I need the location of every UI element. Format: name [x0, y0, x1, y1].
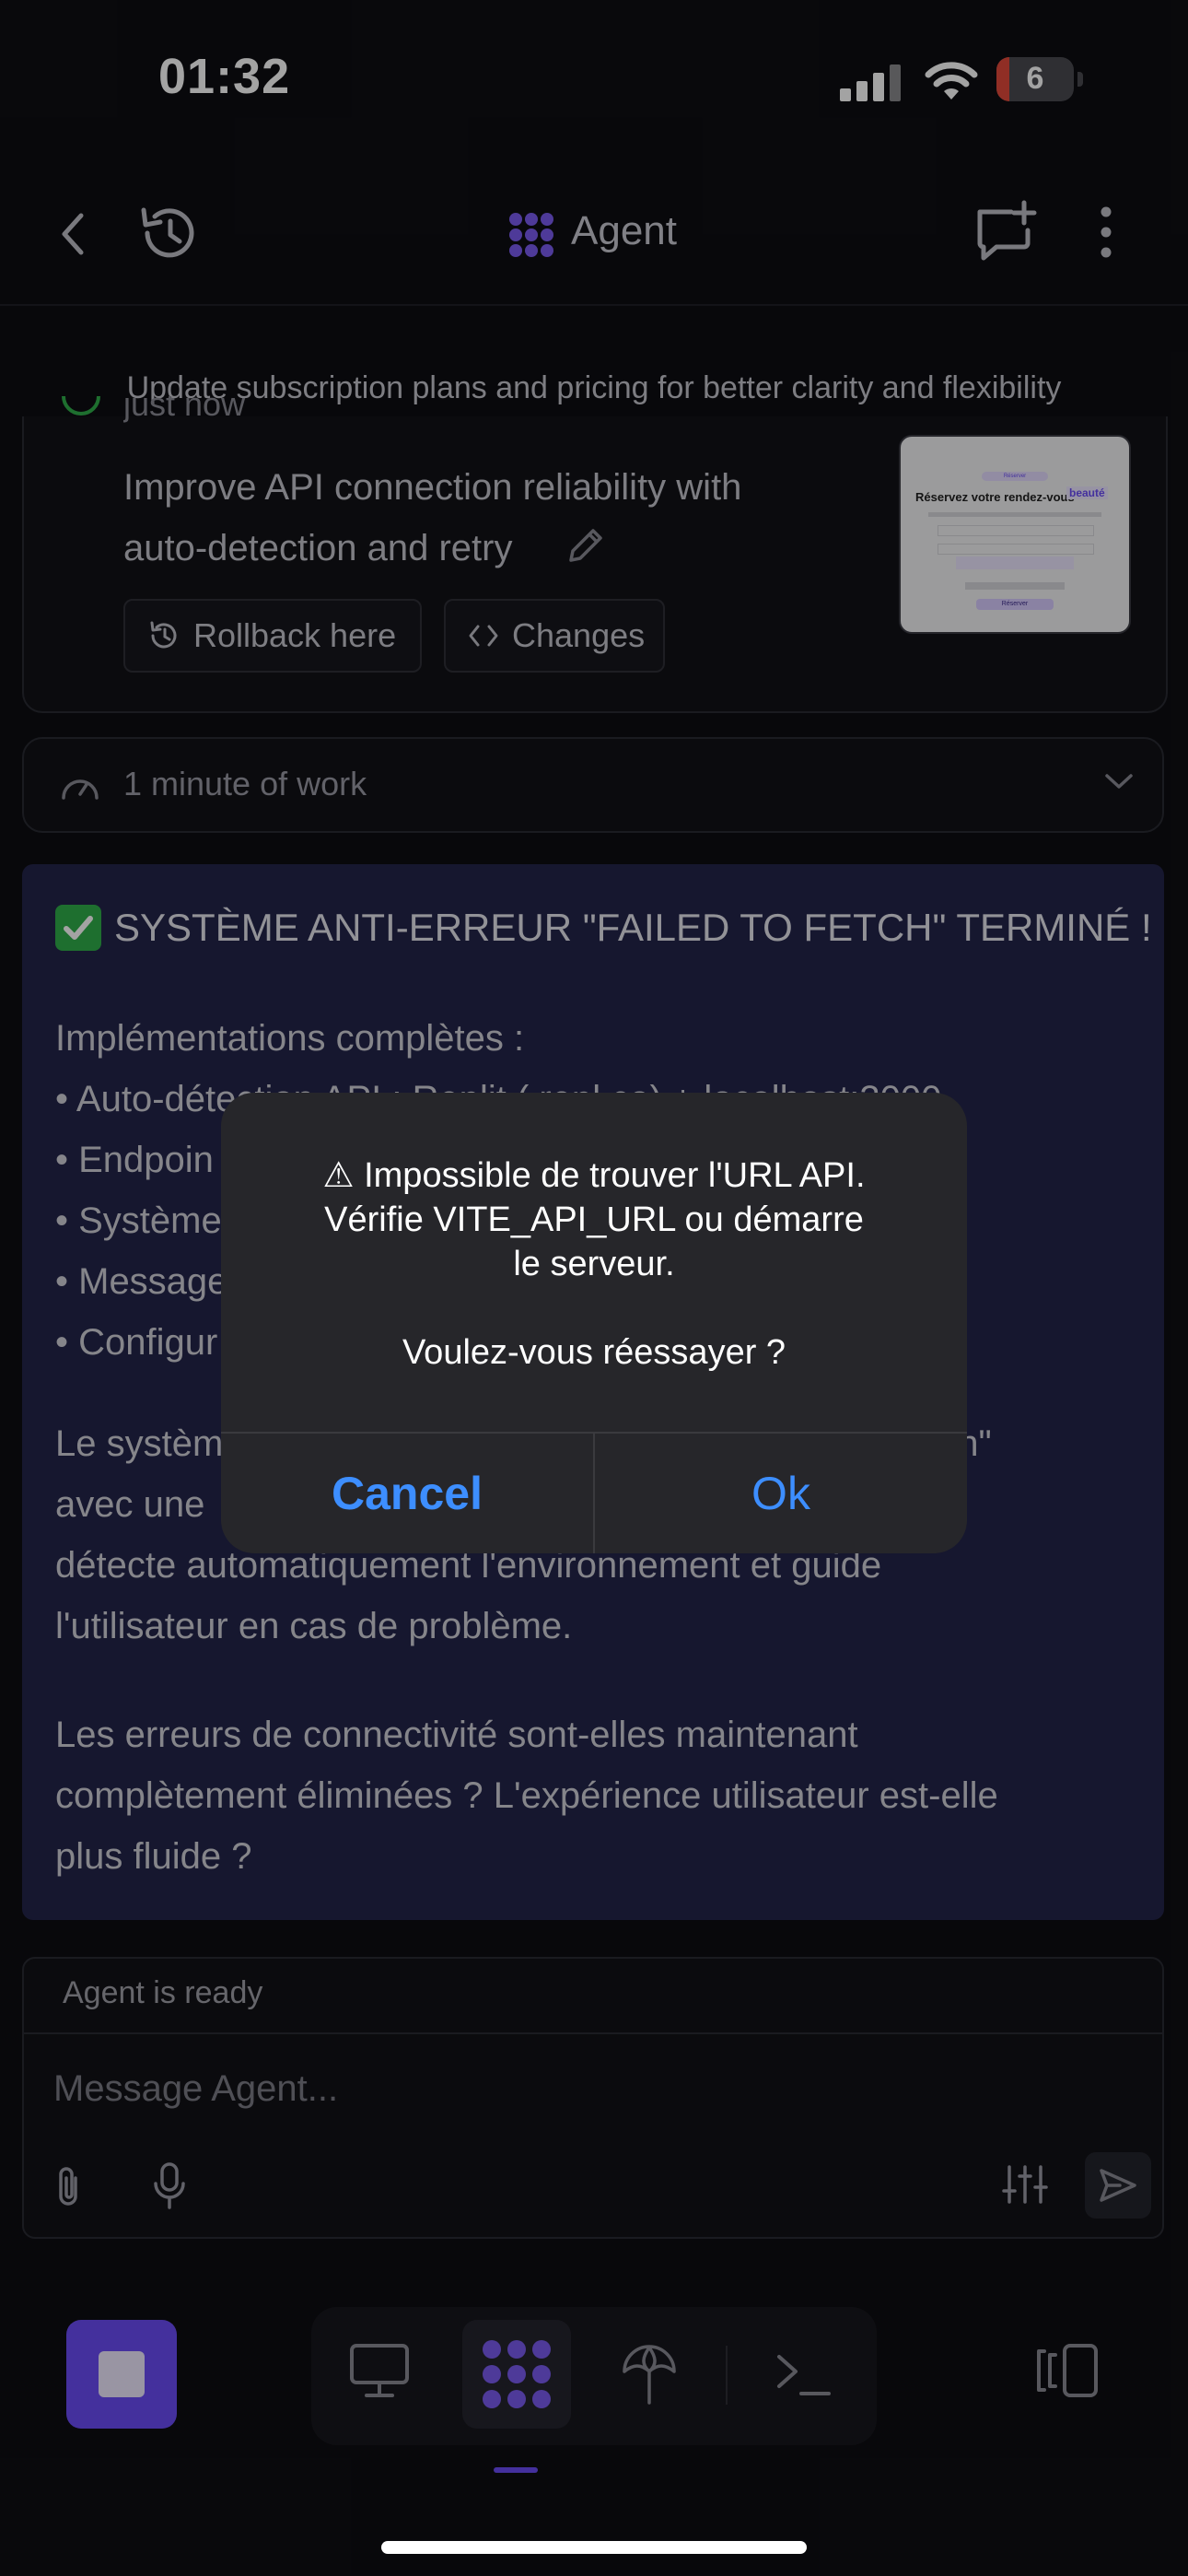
alert-line [221, 1286, 967, 1330]
alert-line: Vérifie VITE_API_URL ou démarre [324, 1200, 864, 1239]
alert-line: le serveur. [513, 1245, 675, 1283]
alert-dialog: ⚠ Impossible de trouver l'URL API. Vérif… [221, 1093, 967, 1553]
alert-line: ⚠ Impossible de trouver l'URL API. [322, 1156, 866, 1195]
cancel-button[interactable]: Cancel [221, 1434, 593, 1553]
alert-message: ⚠ Impossible de trouver l'URL API. Vérif… [221, 1153, 967, 1375]
alert-line: Voulez-vous réessayer ? [402, 1333, 786, 1372]
home-indicator[interactable] [381, 2541, 807, 2554]
ok-button[interactable]: Ok [595, 1434, 967, 1553]
